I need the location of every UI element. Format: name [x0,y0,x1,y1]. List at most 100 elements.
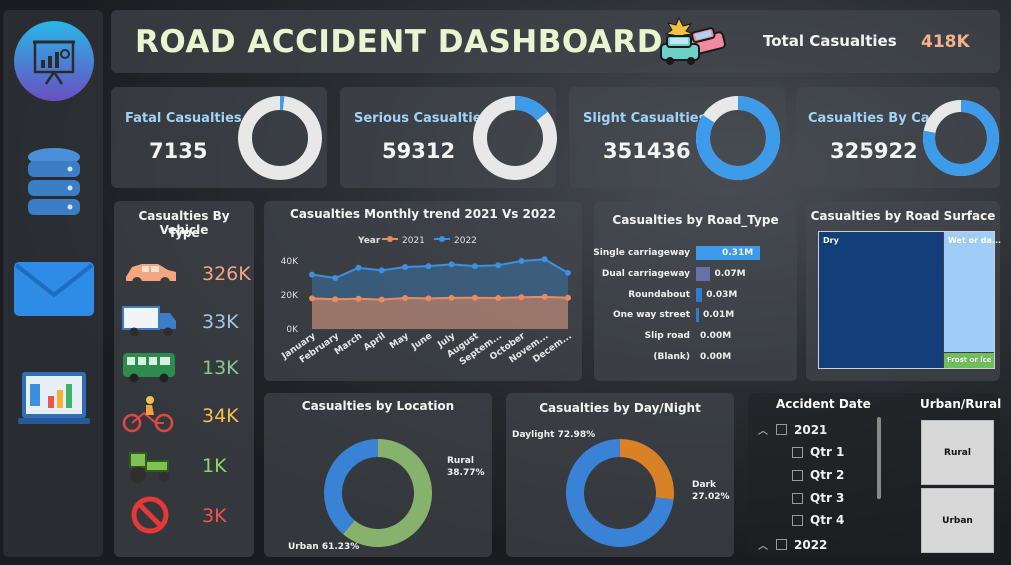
y-tick: 40K [281,257,299,267]
point-2021 [541,293,548,300]
road-type-row[interactable]: Dual carriageway 0.07M [600,266,790,282]
road-type-label: Slip road [644,331,690,342]
road-type-label: Roundabout [628,289,690,300]
slicer-item-qtr4[interactable]: Qtr 4 [792,513,844,527]
slicer-scrollbar[interactable] [877,417,881,499]
checkbox[interactable] [792,514,803,526]
road-type-row[interactable]: (Blank) 0.00M [600,349,790,365]
treemap-tile-wet[interactable]: Wet or da... [944,232,1001,352]
database-icon[interactable] [13,142,95,224]
treemap-tile-dry[interactable]: Dry [819,232,943,368]
location-donut: Rural 38.77% Urban 61.23% [288,439,485,552]
truck-icon [122,306,176,337]
kpi-card-slight[interactable]: Slight Casualties 351436 [569,87,785,188]
vehicle-value: 3K [202,505,227,527]
road-type-label: One way street [612,310,690,321]
legend-2022-marker [439,236,445,242]
road-type-card[interactable]: Casualties by Road_Type Single carriagew… [593,201,797,381]
tile-label: Dry [823,236,839,245]
point-2022 [355,264,362,271]
location-card[interactable]: Casualties by Location Rural 38.77% Urba… [264,393,492,557]
urban-rural-title: Urban/Rural [920,397,1002,411]
kpi-title: Serious Casualties [354,111,490,126]
monthly-trend-card[interactable]: Casualties Monthly trend 2021 Vs 2022 Ye… [264,201,582,381]
urban-label-text: Urban 61.23% [288,542,359,552]
slice-dark [619,439,674,500]
slicer-item-qtr2[interactable]: Qtr 2 [792,468,844,482]
point-2022 [378,267,385,274]
day-night-title: Casualties by Day/Night [539,401,701,415]
road-type-value: 0.01M [703,310,735,321]
slicer-item-2022[interactable]: ︿ 2022 [758,537,827,553]
slice-rural [324,439,378,535]
kpi-value: 351436 [603,139,691,163]
trend-legend-2021: 2021 [402,236,425,246]
daylight-label-text: Daylight 72.98% [512,430,595,440]
road-type-bar[interactable] [696,266,711,281]
kpi-value: 7135 [149,139,208,163]
road-type-bar[interactable] [696,308,699,323]
bus-icon [123,353,175,383]
rural-button[interactable]: Rural [921,420,994,485]
road-surface-title: Casualties by Road Surface [810,209,996,223]
checkbox[interactable] [776,424,787,435]
header-bar: ROAD ACCIDENT DASHBOARD Total Casualties… [111,10,1000,73]
mail-icon[interactable] [13,248,95,330]
accident-date-title: Accident Date [776,397,871,411]
tractor-icon [129,452,169,483]
road-type-row[interactable]: Slip road 0.00M [600,328,790,344]
vehicle-type-card[interactable]: Casualties By Vehicle Type 326K 33K 13K [114,201,254,557]
kpi-card-fatal[interactable]: Fatal Casualties 7135 [111,87,327,188]
point-2021 [518,294,525,301]
vehicle-value: 33K [202,311,239,333]
road-type-row[interactable]: Roundabout 0.03M [600,287,790,303]
car-icon [126,264,176,287]
road-surface-card[interactable]: Casualties by Road Surface Dry Wet or da… [806,201,1001,381]
location-title: Casualties by Location [301,399,455,413]
vehicle-card-title-line2: Type [168,226,200,240]
slicer-item-qtr3[interactable]: Qtr 3 [792,491,844,505]
point-2022 [495,262,502,269]
legend-2021-marker [387,236,393,242]
car-crash-icon [660,16,727,65]
vehicle-value: 13K [202,357,239,379]
vehicle-row-bicycle: 34K [120,395,250,439]
total-casualties-label: Total Casualties [763,32,897,50]
road-type-value: 0.07M [714,268,746,279]
road-type-label: (Blank) [653,352,690,362]
kpi-donut-serious [473,96,557,180]
point-2022 [541,256,548,263]
bicycle-icon [122,396,174,433]
kpi-card-serious[interactable]: Serious Casualties 59312 [340,87,557,188]
x-tick: May [388,331,411,351]
chevron-up-icon[interactable]: ︿ [758,422,772,437]
checkbox[interactable] [792,446,803,458]
kpi-donut-fatal [238,96,322,180]
slicer-item-2021[interactable]: ︿ 2021 [758,422,827,438]
y-tick: 0K [286,325,299,335]
total-casualties-value: 418K [921,32,970,52]
road-type-row[interactable]: Single carriageway 0.31M [593,245,790,261]
road-type-label: Dual carriageway [601,268,690,279]
checkbox[interactable] [792,492,803,504]
day-night-card[interactable]: Casualties by Day/Night Daylight 72.98% … [506,393,734,557]
trend-line-chart: Year 2021 2022 40K 20K 0K JanuaryFebruar… [280,236,574,368]
road-type-row[interactable]: One way street 0.01M [600,307,790,323]
presentation-board-icon[interactable] [13,20,95,102]
point-2021 [448,294,455,301]
urban-button[interactable]: Urban [921,488,994,553]
kpi-card-car[interactable]: Casualties By Car 325922 [796,87,1000,188]
point-2021 [402,295,409,302]
chevron-up-icon[interactable]: ︿ [758,537,772,552]
trend-legend-2022: 2022 [454,236,477,246]
slicer-item-qtr1[interactable]: Qtr 1 [792,445,844,459]
treemap-tile-frost[interactable]: Frost or ice [944,353,994,368]
trend-title: Casualties Monthly trend 2021 Vs 2022 [290,207,556,221]
checkbox[interactable] [776,539,787,550]
kpi-title: Slight Casualties [583,111,707,126]
vehicle-row-tractor: 1K [120,445,250,489]
road-type-bar[interactable] [696,287,703,302]
dashboard-title: ROAD ACCIDENT DASHBOARD [135,24,663,60]
report-chart-icon[interactable] [13,360,95,442]
checkbox[interactable] [792,469,803,481]
